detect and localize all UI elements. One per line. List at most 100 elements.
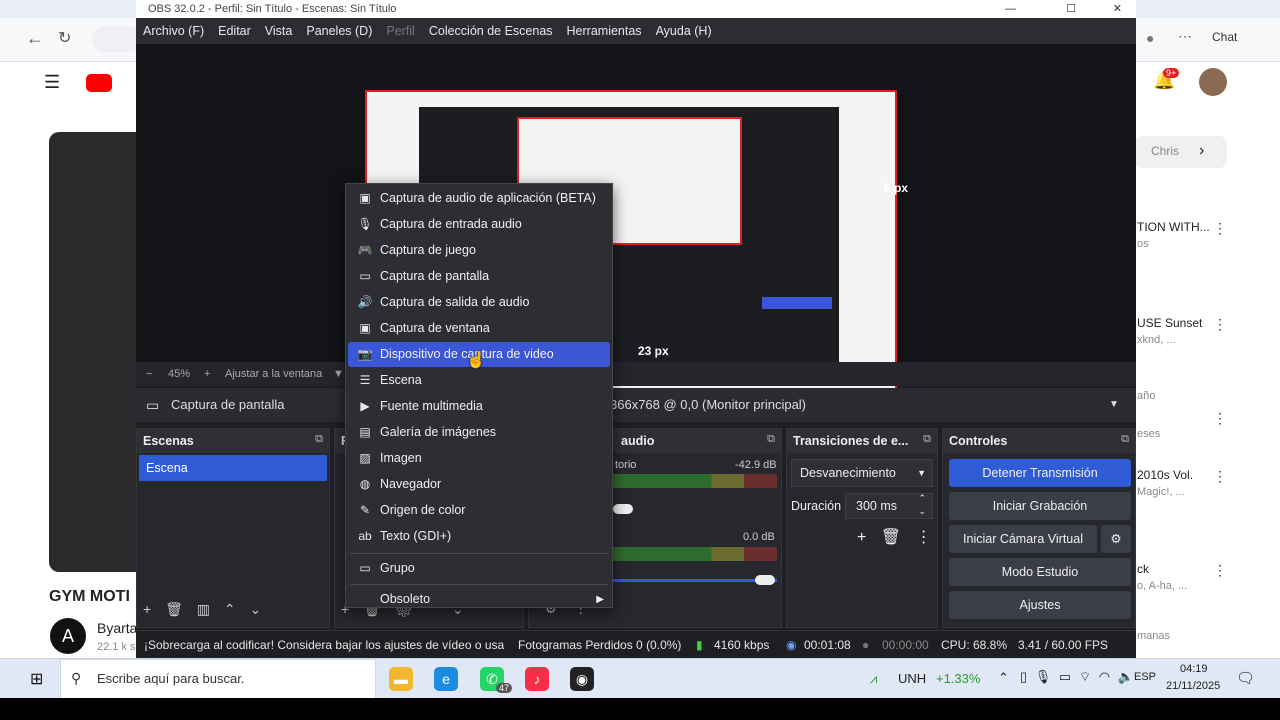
chip-label[interactable]: Chris [1151, 144, 1179, 158]
start-recording-button[interactable]: Iniciar Grabación [949, 492, 1131, 520]
scene-item[interactable]: Escena [139, 455, 327, 481]
battery-icon[interactable]: ▭ [1059, 669, 1071, 684]
volume-slider[interactable] [613, 504, 633, 514]
hamburger-icon[interactable]: ☰ [44, 72, 60, 93]
more-icon[interactable]: ⋯ [1178, 28, 1192, 45]
chevron-up-icon[interactable]: ⌃ [224, 601, 236, 617]
file-explorer-icon[interactable]: ▬ [389, 667, 413, 691]
menu-item-play[interactable]: ▶ Fuente multimedia [348, 394, 610, 419]
menu-item-microphone[interactable]: 🎙 Captura de entrada audio [348, 212, 610, 237]
menu-item[interactable]: Archivo (F) [143, 24, 204, 38]
taskbar-search-box[interactable]: ⚲ Escribe aquí para buscar. [60, 659, 376, 699]
recommendation-title[interactable]: ck [1137, 562, 1149, 576]
recommendation-title[interactable]: USE Sunset [1137, 316, 1202, 330]
display-select[interactable]: 366x768 @ 0,0 (Monitor principal) [610, 388, 806, 422]
menu-item-text[interactable]: ab Texto (GDI+) [348, 524, 610, 549]
chevron-down-icon[interactable]: ▼ [1109, 388, 1119, 422]
trash-icon[interactable]: 🗑 [881, 529, 901, 546]
menu-item-app-audio[interactable]: ▣ Captura de audio de aplicación (BETA) [348, 186, 610, 211]
menu-item-globe[interactable]: ◍ Navegador [348, 472, 610, 497]
back-icon[interactable]: ← [26, 28, 44, 49]
zoom-out-button[interactable]: − [146, 362, 152, 386]
channel-avatar[interactable]: A [50, 618, 86, 654]
chip-bar[interactable] [1135, 136, 1227, 168]
volume-slider[interactable] [755, 575, 775, 585]
address-bar[interactable] [92, 26, 142, 52]
menu-item-folder[interactable]: ▭ Grupo [348, 556, 610, 581]
more-icon[interactable]: ⋮ [1213, 468, 1227, 485]
menu-item[interactable]: Perfil [386, 24, 414, 38]
maximize-icon[interactable]: ☐ [1066, 0, 1076, 18]
input-language[interactable]: ESP [1134, 671, 1156, 683]
volume-track[interactable] [613, 579, 777, 582]
notification-center-icon[interactable]: 🗨 [1236, 669, 1255, 687]
youtube-logo-icon[interactable] [86, 74, 112, 92]
menu-item-image[interactable]: ▨ Imagen [348, 446, 610, 471]
close-icon[interactable]: ✕ [1113, 0, 1122, 18]
virtual-camera-settings-icon[interactable]: ⚙ [1101, 525, 1131, 553]
menu-item-speaker[interactable]: 🔊 Captura de salida de audio [348, 290, 610, 315]
menu-item-gallery[interactable]: ▤ Galería de imágenes [348, 420, 610, 445]
menu-item[interactable]: Colección de Escenas [429, 24, 553, 38]
stock-ticker[interactable]: UNH [898, 671, 926, 686]
music-app-icon[interactable]: ♪ [525, 667, 549, 691]
menu-item-deprecated[interactable]: Obsoleto ▶ [348, 587, 610, 612]
network-icon[interactable]: ⌔ [1079, 669, 1091, 684]
channel-name[interactable]: Byarta [97, 620, 137, 636]
wifi-icon[interactable]: ◠ [1099, 669, 1110, 684]
recommendation-title[interactable]: TION WITH... [1137, 220, 1210, 234]
studio-mode-button[interactable]: Modo Estudio [949, 558, 1131, 586]
tray-chevron-icon[interactable]: ⌃ [998, 670, 1009, 686]
more-icon[interactable]: ⋮ [916, 529, 932, 546]
menu-item-brush[interactable]: ✎ Origen de color [348, 498, 610, 523]
dock-float-icon[interactable]: ⧉ [315, 433, 323, 446]
menu-item-gamepad[interactable]: 🎮 Captura de juego [348, 238, 610, 263]
windows-start-icon[interactable]: ⊞ [30, 669, 43, 689]
clock-time[interactable]: 04:19 [1180, 663, 1208, 675]
volume-icon[interactable]: 🔈 [1118, 669, 1134, 684]
more-icon[interactable]: ⋮ [1213, 562, 1227, 579]
reload-icon[interactable]: ↻ [58, 28, 71, 48]
minimize-icon[interactable]: — [1005, 0, 1016, 18]
zoom-in-button[interactable]: + [204, 362, 210, 386]
chevron-down-icon[interactable]: ⌄ [250, 601, 262, 617]
more-icon[interactable]: ⋮ [1213, 316, 1227, 333]
fit-window-button[interactable]: Ajustar a la ventana [225, 362, 322, 386]
more-icon[interactable]: ⋮ [1213, 410, 1227, 427]
video-thumbnail[interactable] [49, 132, 140, 572]
microphone-icon[interactable]: 🎙 [1035, 669, 1052, 684]
user-avatar[interactable] [1199, 68, 1227, 96]
menu-item[interactable]: Editar [218, 24, 251, 38]
settings-button[interactable]: Ajustes [949, 591, 1131, 619]
profile-icon[interactable]: ● [1146, 30, 1154, 46]
copilot-chat-button[interactable]: Chat [1212, 30, 1237, 44]
menu-item[interactable]: Paneles (D) [306, 24, 372, 38]
transition-select[interactable]: Desvanecimiento ▼ [791, 459, 933, 487]
dock-float-icon[interactable]: ⧉ [923, 433, 931, 446]
filter-icon[interactable]: ▥ [197, 601, 210, 617]
add-icon[interactable]: + [143, 601, 151, 617]
duration-spinbox[interactable]: 300 ms ⌃ ⌄ [845, 493, 933, 519]
dock-float-icon[interactable]: ⧉ [1121, 433, 1129, 446]
trash-icon[interactable]: 🗑 [165, 601, 183, 617]
add-icon[interactable]: + [857, 529, 866, 546]
device-icon[interactable]: ▯ [1020, 669, 1027, 684]
menu-item[interactable]: Vista [265, 24, 293, 38]
obs-taskbar-icon[interactable]: ◉ [570, 667, 594, 691]
virtual-camera-button[interactable]: Iniciar Cámara Virtual [949, 525, 1097, 553]
dock-float-icon[interactable]: ⧉ [767, 433, 775, 446]
menu-item[interactable]: Herramientas [567, 24, 642, 38]
menu-item-monitor[interactable]: ▭ Captura de pantalla [348, 264, 610, 289]
stop-stream-button[interactable]: Detener Transmisión [949, 459, 1131, 487]
chevron-right-icon[interactable]: › [1199, 142, 1204, 160]
more-icon[interactable]: ⋮ [1213, 220, 1227, 237]
preview-canvas[interactable]: 23 px 6 px [136, 44, 1136, 390]
zoom-dropdown-icon[interactable]: ▼ [333, 362, 344, 386]
edge-icon[interactable]: e [434, 667, 458, 691]
stepper-icon[interactable]: ⌃ ⌄ [918, 492, 926, 518]
recommendation-title[interactable]: 2010s Vol. [1137, 468, 1193, 482]
menu-item[interactable]: Ayuda (H) [656, 24, 712, 38]
menu-item-list[interactable]: ☰ Escena [348, 368, 610, 393]
menu-item-window[interactable]: ▣ Captura de ventana [348, 316, 610, 341]
clock-date[interactable]: 21/11/2025 [1166, 680, 1220, 692]
